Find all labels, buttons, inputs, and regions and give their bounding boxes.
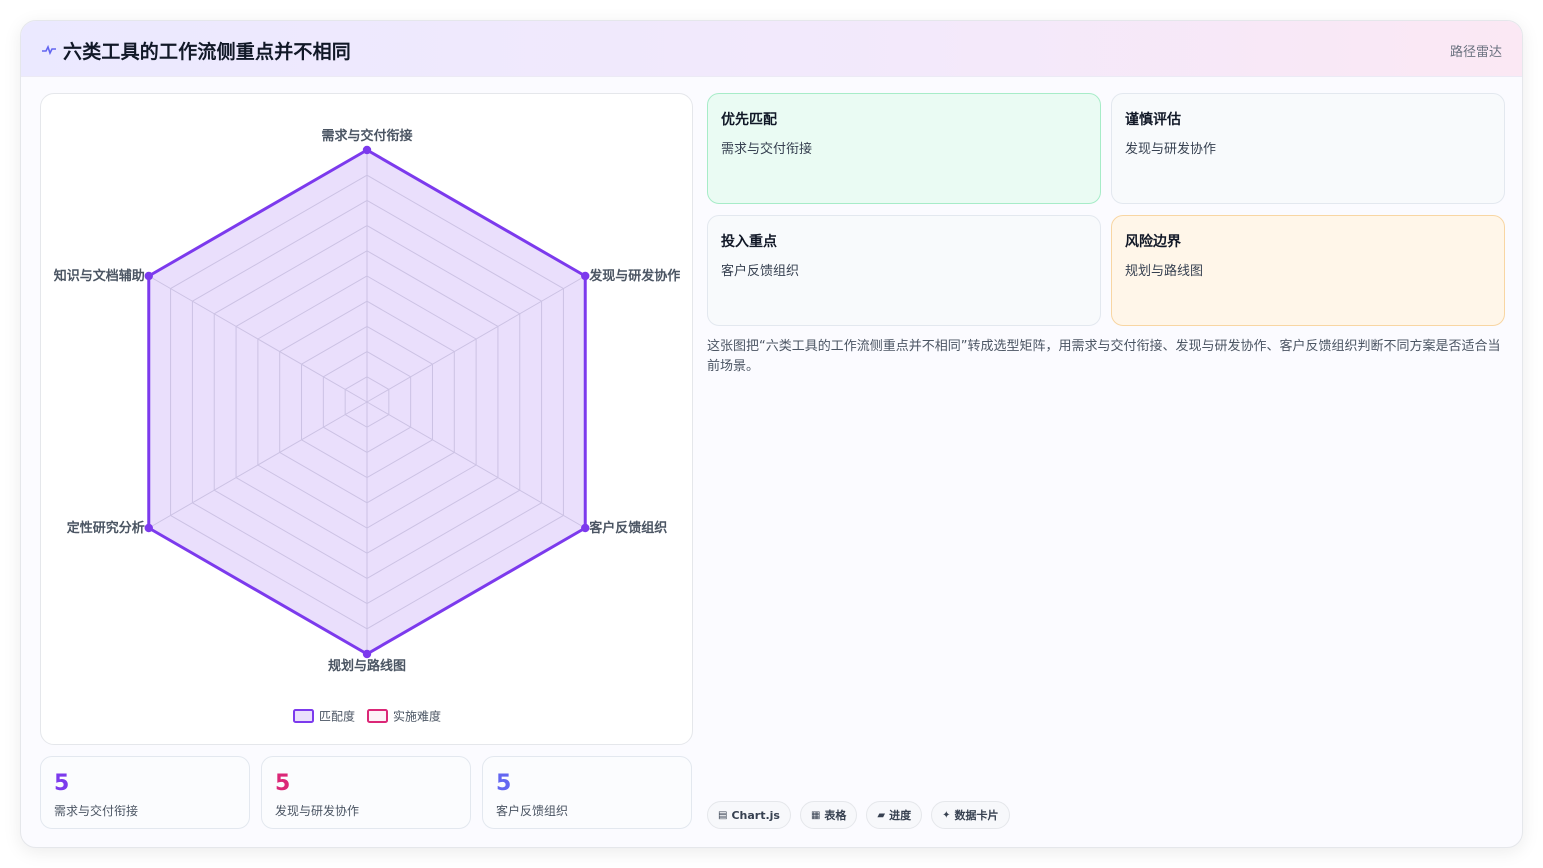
stat-value: 5 <box>54 771 70 796</box>
card-subtitle: 规划与路线图 <box>1125 264 1204 279</box>
radar-chart: 需求与交付衔接发现与研发协作客户反馈组织规划与路线图 定性研究分析 知识与文档辅助匹… <box>54 128 681 724</box>
chip-table[interactable]: ▦ 表格 <box>799 801 858 829</box>
tech-chips: ▤ Chart.js ▦ 表格 ▰ 进度 ✦ 数据卡片 <box>707 801 1010 829</box>
chip-chartjs[interactable]: ▤ Chart.js <box>707 801 791 829</box>
card-priority-match: 优先匹配 需求与交付衔接 <box>707 93 1101 204</box>
card-subtitle: 需求与交付衔接 <box>721 142 813 157</box>
chip-label: 数据卡片 <box>954 809 999 822</box>
chart-description: 这张图把“六类工具的工作流侧重点并不相同”转成选型矩阵，用需求与交付衔接、发现与… <box>707 339 1501 374</box>
card-risk-boundary: 风险边界 规划与路线图 <box>1111 215 1505 326</box>
card-careful-eval: 谨慎评估 发现与研发协作 <box>1111 93 1505 204</box>
card-title: 风险边界 <box>1125 234 1181 250</box>
chip-label: 表格 <box>824 809 847 822</box>
radar-point <box>581 523 590 533</box>
progress-icon: ▰ <box>877 809 886 821</box>
radar-point <box>581 271 590 281</box>
pulse-icon <box>42 44 56 56</box>
card-header: 六类工具的工作流侧重点并不相同 路径雷达 <box>21 21 1522 77</box>
card-investment-focus: 投入重点 客户反馈组织 <box>707 215 1101 326</box>
legend-label: 实施难度 <box>393 709 441 724</box>
card-title: 投入重点 <box>721 234 777 250</box>
chip-progress[interactable]: ▰ 进度 <box>866 801 923 829</box>
radar-axis-label: 需求与交付衔接 <box>321 128 412 144</box>
radar-axis-label: 定性研究分析 <box>66 520 145 536</box>
legend-label: 匹配度 <box>319 709 355 724</box>
card-subtitle: 客户反馈组织 <box>721 264 800 279</box>
stat-value: 5 <box>275 771 291 796</box>
stat-card-2: 5 发现与研发协作 <box>261 756 471 829</box>
card-title: 谨慎评估 <box>1125 112 1181 128</box>
stat-value: 5 <box>496 771 512 796</box>
card-title: 优先匹配 <box>721 112 777 128</box>
radar-point <box>144 271 153 281</box>
stat-card-1: 5 需求与交付衔接 <box>40 756 250 829</box>
radar-chart-panel: 需求与交付衔接发现与研发协作 客户反馈组织规划与路线图 定性研究分析 知识与文档辅助匹… <box>40 93 693 745</box>
radar-axis-label: 知识与文档辅助 <box>54 268 145 284</box>
radar-point <box>362 649 372 659</box>
legend-swatch <box>293 709 314 723</box>
radar-axis-label: 规划与路线图 <box>328 658 406 674</box>
stat-label: 发现与研发协作 <box>275 804 360 818</box>
sparkle-icon: ✦ <box>942 809 951 821</box>
view-tag[interactable]: 路径雷达 <box>1450 41 1502 60</box>
stat-card-3: 5 客户反馈组织 <box>482 756 692 829</box>
radar-card: 六类工具的工作流侧重点并不相同 路径雷达 需求与交付衔接 发现与研发协作 客户反馈组… <box>20 20 1523 848</box>
radar-point <box>144 523 153 533</box>
legend-swatch <box>367 709 388 723</box>
page-title: 六类工具的工作流侧重点并不相同 <box>63 41 352 63</box>
radar-point <box>362 145 372 155</box>
radar-series-area <box>147 148 587 656</box>
table-icon: ▦ <box>810 809 821 821</box>
chip-data-cards[interactable]: ✦ 数据卡片 <box>931 801 1010 829</box>
stat-label: 客户反馈组织 <box>496 804 569 818</box>
chip-label: 进度 <box>889 809 912 822</box>
stat-label: 需求与交付衔接 <box>54 804 139 818</box>
card-subtitle: 发现与研发协作 <box>1125 142 1217 157</box>
chart-icon: ▤ <box>718 809 728 821</box>
radar-axis-label: 发现与研发协作 <box>588 268 680 284</box>
radar-axis-label: 客户反馈组织 <box>589 520 667 536</box>
chip-label: Chart.js <box>731 808 780 822</box>
